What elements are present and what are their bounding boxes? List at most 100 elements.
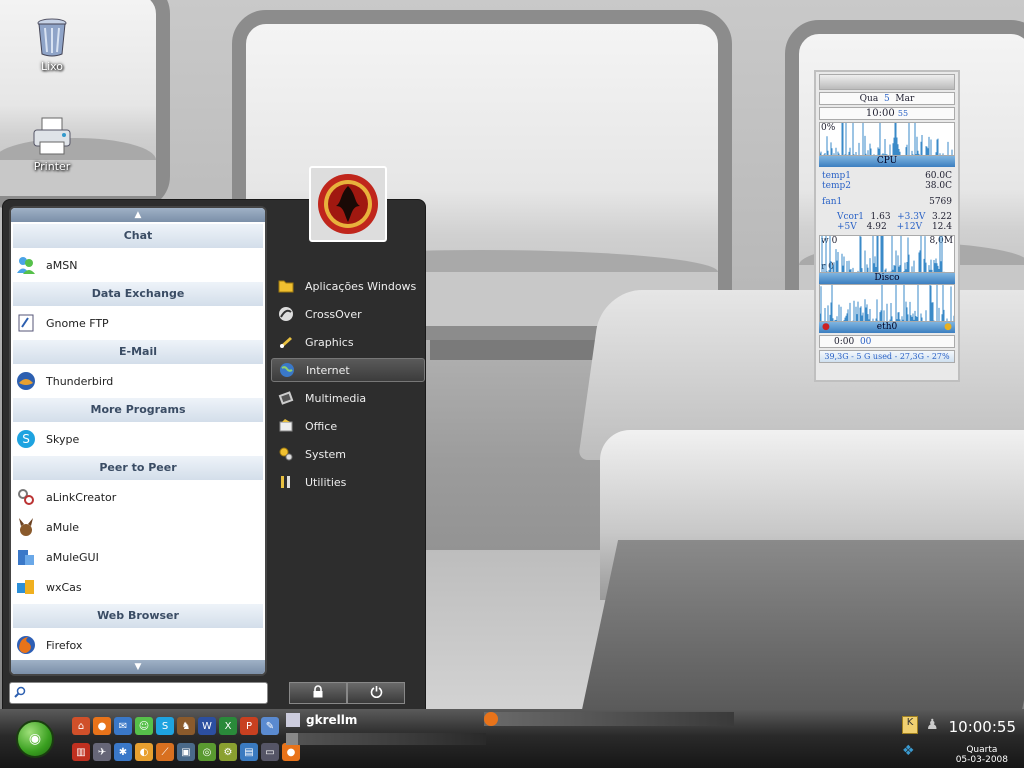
stats-icon[interactable]: ▥ (72, 743, 90, 761)
v33-value: 3.22 (931, 212, 952, 222)
vcor1-label: Vcor1 (837, 212, 864, 222)
feather-icon[interactable]: ⟋ (156, 743, 174, 761)
home-icon[interactable]: ⌂ (72, 717, 90, 735)
app-item-amule[interactable]: aMule (11, 512, 265, 542)
user-tray-icon[interactable]: ♟ (926, 717, 939, 733)
section-graphics[interactable]: Graphics (271, 330, 425, 354)
app-item-firefox[interactable]: Firefox (11, 630, 265, 660)
section-aplicacoes-windows[interactable]: Aplicações Windows (271, 274, 425, 298)
app-item-gnome-ftp[interactable]: Gnome FTP (11, 308, 265, 338)
scroll-up-button[interactable]: ▲ (11, 208, 265, 222)
tux-icon[interactable]: ◐ (135, 743, 153, 761)
amule-icon (15, 516, 37, 538)
suse-logo-icon: ◉ (28, 731, 42, 747)
section-label: System (305, 447, 347, 461)
trash-icon (30, 14, 74, 58)
taskbar-date: Quarta 05-03-2008 (956, 745, 1008, 765)
app-item-label: aMSN (46, 258, 78, 272)
config-icon[interactable]: ⚙ (219, 743, 237, 761)
firefox-small-icon[interactable]: ● (282, 743, 300, 761)
app-item-wxcas[interactable]: wxCas (11, 572, 265, 602)
net-time: 0:00 (834, 336, 855, 347)
temp1-value: 60.0C (925, 171, 952, 181)
section-label: Aplicações Windows (305, 279, 417, 293)
cpu-graph-plot (820, 123, 954, 155)
app-item-skype[interactable]: S Skype (11, 424, 265, 454)
plane-icon[interactable]: ✈ (93, 743, 111, 761)
net-tx-led-icon: ● (944, 322, 952, 332)
app-item-alinkcreator[interactable]: aLinkCreator (11, 482, 265, 512)
nvidia-icon[interactable]: ◎ (198, 743, 216, 761)
section-utilities[interactable]: Utilities (271, 470, 425, 494)
gkrellm-month: Mar (895, 93, 915, 104)
taskbar: ◉ ⌂ ● ✉ ☺ S ♞ W X P ✎ ▥ ✈ ✱ ◐ ⟋ ▣ ◎ ⚙ ▤ … (0, 709, 1024, 768)
disk-label: Disco (819, 273, 955, 284)
task-gkrellm[interactable]: gkrellm (286, 713, 357, 727)
amsn-launch-icon[interactable]: ☺ (135, 717, 153, 735)
impress-icon[interactable]: P (240, 717, 258, 735)
fan1-row: fan1 5769 (819, 197, 955, 207)
category-header: Web Browser (13, 604, 263, 628)
lock-button[interactable] (289, 682, 347, 704)
section-office[interactable]: Office (271, 414, 425, 438)
app-item-amsn[interactable]: aMSN (11, 250, 265, 280)
user-avatar[interactable] (309, 166, 387, 242)
thunderbird-launch-icon[interactable]: ✉ (114, 717, 132, 735)
power-button[interactable] (347, 682, 405, 704)
office-icon (277, 417, 295, 435)
display-icon[interactable]: ▤ (240, 743, 258, 761)
network-icon[interactable]: ✱ (114, 743, 132, 761)
temp2-label: temp2 (822, 181, 851, 191)
section-system[interactable]: System (271, 442, 425, 466)
section-multimedia[interactable]: Multimedia (271, 386, 425, 410)
app-item-label: Firefox (46, 638, 83, 652)
desktop-icon-printer[interactable]: Printer (22, 114, 82, 173)
folder-icon (277, 277, 295, 295)
monitor-icon[interactable]: ▭ (261, 743, 279, 761)
network-tray-icon[interactable]: ❖ (902, 743, 915, 759)
search-box[interactable] (9, 682, 268, 704)
search-input[interactable] (30, 684, 267, 702)
desktop-icon-label: Printer (33, 160, 71, 173)
wallpaper-bench-front (581, 540, 1024, 710)
app-item-label: aMuleGUI (46, 550, 99, 564)
v33-label: +3.3V (897, 212, 926, 222)
net-rx-led-icon: ● (822, 322, 830, 332)
start-button[interactable]: ◉ (16, 720, 54, 758)
voltage-row-2: +5V 4.92 +12V 12.4 (819, 222, 955, 232)
section-label: Multimedia (305, 391, 367, 405)
app-item-label: wxCas (46, 580, 82, 594)
category-header: Peer to Peer (13, 456, 263, 480)
amule-launch-icon[interactable]: ♞ (177, 717, 195, 735)
gkrellm-monitor[interactable]: Qua 5 Mar 10:00 55 0% CPU temp1 60.0C tem… (814, 70, 960, 382)
terminal-icon[interactable]: ▣ (177, 743, 195, 761)
gkrellm-date: Qua 5 Mar (819, 92, 955, 105)
desktop-icon-trash[interactable]: Lixo (22, 14, 82, 73)
voltage-row-1: Vcor1 1.63 +3.3V 3.22 (819, 212, 955, 222)
scroll-down-button[interactable]: ▼ (11, 660, 265, 674)
utilities-icon (277, 473, 295, 491)
section-label: Utilities (305, 475, 347, 489)
skype-launch-icon[interactable]: S (156, 717, 174, 735)
power-icon (370, 685, 383, 702)
gkrellm-seconds: 55 (897, 109, 909, 118)
app-item-amulegui[interactable]: aMuleGUI (11, 542, 265, 572)
section-internet[interactable]: Internet (271, 358, 425, 382)
calc-icon[interactable]: X (219, 717, 237, 735)
taskbar-clock[interactable]: 10:00:55 (949, 718, 1016, 736)
net-graph (819, 284, 955, 322)
cpu-label: CPU (819, 156, 955, 167)
section-label: Graphics (305, 335, 354, 349)
task-blurred[interactable] (286, 733, 486, 745)
task-firefox[interactable] (484, 712, 734, 726)
filesystem-row: 39,3G - 5 G used - 27,3G - 27% (819, 350, 955, 363)
writer-icon[interactable]: W (198, 717, 216, 735)
net-time-sec: 00 (859, 336, 872, 347)
klipper-icon[interactable]: K (902, 716, 918, 734)
section-crossover[interactable]: CrossOver (271, 302, 425, 326)
gkrellm-time-value: 10:00 (865, 108, 895, 119)
firefox-launch-icon[interactable]: ● (93, 717, 111, 735)
tools-icon[interactable]: ✎ (261, 717, 279, 735)
app-item-thunderbird[interactable]: Thunderbird (11, 366, 265, 396)
globe-icon (278, 361, 296, 379)
